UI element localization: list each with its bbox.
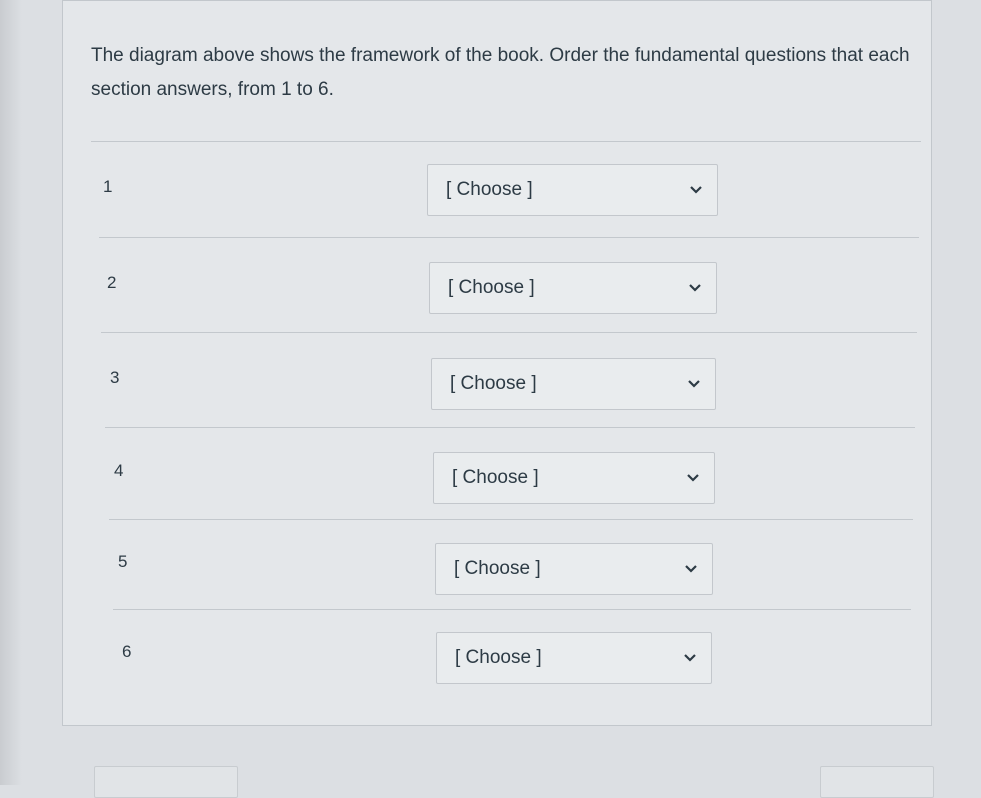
answer-dropdown-4[interactable]: [ Choose ] <box>433 452 715 504</box>
next-button[interactable] <box>820 766 934 798</box>
chevron-down-icon <box>683 653 697 663</box>
row-number-2: 2 <box>107 273 117 292</box>
row-number-5: 5 <box>118 552 128 571</box>
answer-dropdown-5[interactable]: [ Choose ] <box>435 543 713 595</box>
chevron-down-icon <box>688 283 702 293</box>
answer-dropdown-3[interactable]: [ Choose ] <box>431 358 716 410</box>
dropdown-value: [ Choose ] <box>455 647 542 668</box>
dropdown-value: [ Choose ] <box>448 277 535 298</box>
chevron-down-icon <box>689 185 703 195</box>
row-number-4: 4 <box>114 461 124 480</box>
question-text: The diagram above shows the framework of… <box>91 45 910 100</box>
answer-dropdown-2[interactable]: [ Choose ] <box>429 262 717 314</box>
row-divider <box>99 237 919 238</box>
chevron-down-icon <box>687 379 701 389</box>
row-number-1: 1 <box>103 177 113 196</box>
screen-edge <box>0 0 22 785</box>
row-divider <box>101 332 917 333</box>
dropdown-value: [ Choose ] <box>446 179 533 200</box>
row-divider <box>105 427 915 428</box>
chevron-down-icon <box>684 564 698 574</box>
row-divider <box>109 519 913 520</box>
divider <box>91 141 921 142</box>
dropdown-value: [ Choose ] <box>454 558 541 579</box>
answer-dropdown-1[interactable]: [ Choose ] <box>427 164 718 216</box>
previous-button[interactable] <box>94 766 238 798</box>
dropdown-value: [ Choose ] <box>452 467 539 488</box>
chevron-down-icon <box>686 473 700 483</box>
answer-dropdown-6[interactable]: [ Choose ] <box>436 632 712 684</box>
row-number-6: 6 <box>122 642 132 661</box>
dropdown-value: [ Choose ] <box>450 373 537 394</box>
quiz-question-card: The diagram above shows the framework of… <box>62 0 932 726</box>
row-divider <box>113 609 911 610</box>
row-number-3: 3 <box>110 368 120 387</box>
